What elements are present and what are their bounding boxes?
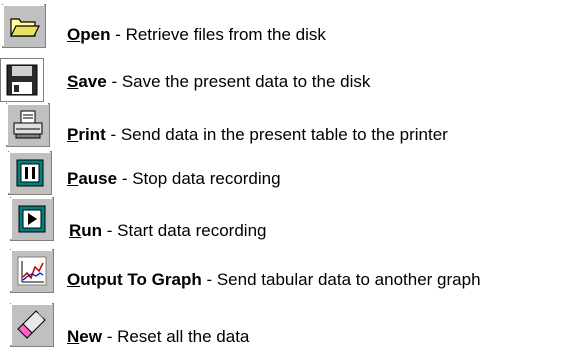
toolbar-help-item-run: Run - Start data recording	[0, 197, 587, 241]
hotkey-letter: R	[69, 221, 82, 240]
toolbar-help-item-new: New - Reset all the data	[0, 301, 587, 347]
item-description: - Start data recording	[102, 221, 267, 240]
item-description: - Retrieve files from the disk	[110, 25, 326, 44]
item-label: New - Reset all the data	[67, 327, 249, 347]
item-description: - Reset all the data	[101, 327, 250, 346]
item-label: Save - Save the present data to the disk	[67, 72, 370, 92]
eraser-icon[interactable]	[10, 303, 54, 347]
item-description: - Stop data recording	[117, 169, 281, 188]
open-folder-icon[interactable]	[2, 4, 46, 48]
item-label: Print - Send data in the present table t…	[67, 125, 448, 145]
toolbar-help-item-open: Open - Retrieve files from the disk	[0, 4, 587, 48]
item-label: Pause - Stop data recording	[67, 169, 281, 189]
pause-icon[interactable]	[8, 151, 52, 195]
printer-icon[interactable]	[6, 103, 50, 147]
hotkey-letter: N	[67, 327, 80, 346]
graph-icon[interactable]	[10, 249, 54, 293]
hotkey-letter: O	[67, 270, 81, 289]
item-description: - Save the present data to the disk	[106, 72, 371, 91]
item-description: - Send data in the present table to the …	[105, 125, 448, 144]
hotkey-letter: S	[67, 72, 79, 91]
item-name-rest: ause	[78, 169, 118, 188]
item-description: - Send tabular data to another graph	[201, 270, 481, 289]
item-label: Open - Retrieve files from the disk	[67, 25, 326, 45]
toolbar-help-item-pause: Pause - Stop data recording	[0, 149, 587, 195]
hotkey-letter: P	[67, 125, 79, 144]
item-name-rest: rint	[78, 125, 106, 144]
item-label: Run - Start data recording	[69, 221, 266, 241]
toolbar-help-item-save: Save - Save the present data to the disk	[0, 54, 587, 102]
toolbar-help-item-output-to-graph: Output To Graph - Send tabular data to a…	[0, 249, 587, 293]
hotkey-letter: P	[67, 169, 79, 188]
run-play-icon[interactable]	[10, 197, 54, 241]
item-name-rest: un	[81, 221, 103, 240]
item-label: Output To Graph - Send tabular data to a…	[67, 270, 481, 290]
toolbar-help-item-print: Print - Send data in the present table t…	[0, 103, 587, 149]
item-name-rest: ave	[78, 72, 107, 91]
hotkey-letter: O	[67, 25, 81, 44]
save-disk-icon[interactable]	[0, 58, 44, 102]
item-name-rest: ew	[79, 327, 102, 346]
item-name-rest: utput To Graph	[80, 270, 202, 289]
item-name-rest: pen	[80, 25, 111, 44]
